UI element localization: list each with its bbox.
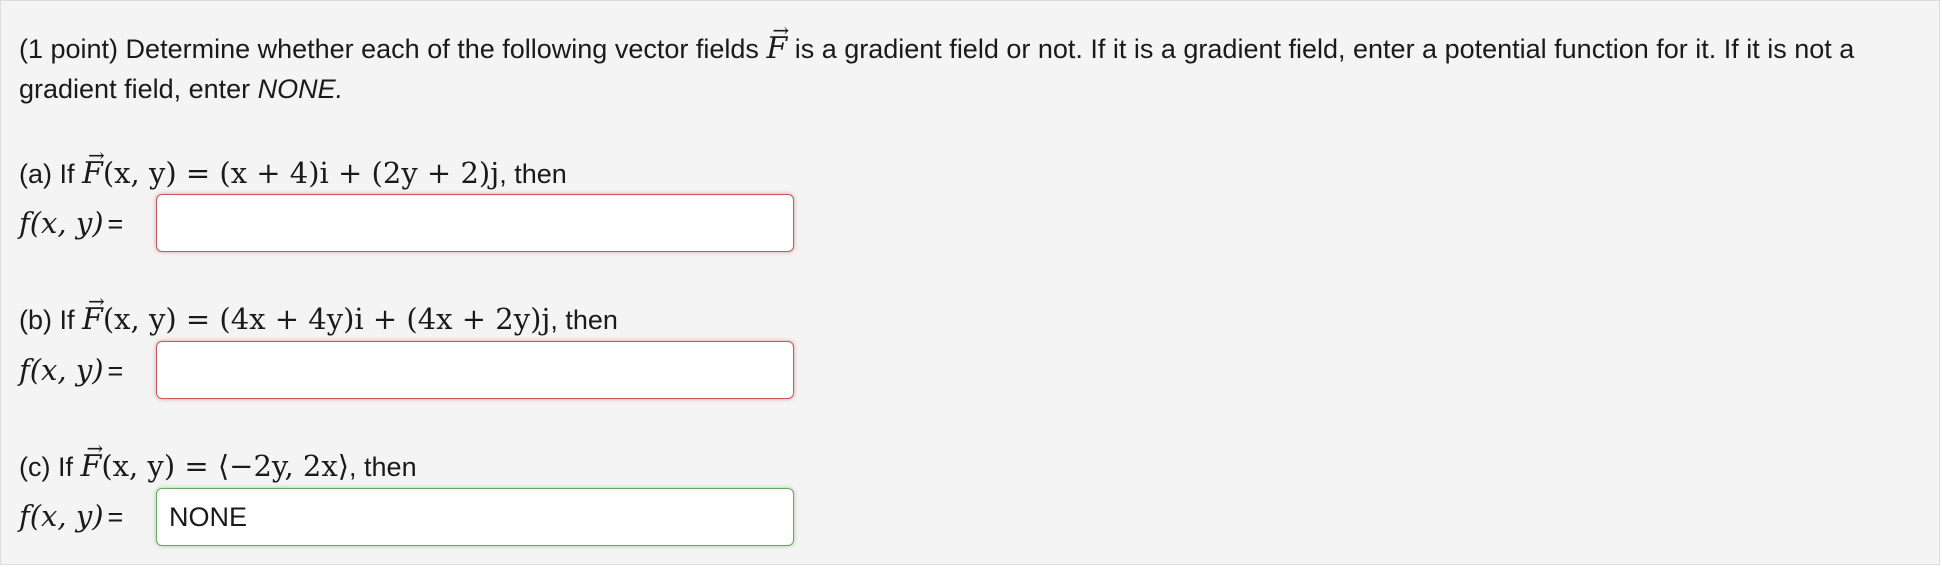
part-a-suffix: , then bbox=[499, 159, 567, 189]
part-a-question: (a) If F → (x, y) = (x + 4)i + (2y + 2)j, … bbox=[19, 143, 567, 193]
part-c-label: (c) If bbox=[19, 452, 81, 482]
part-a-answer-input[interactable] bbox=[156, 194, 794, 252]
part-b-f-label: f(x, y) = bbox=[19, 353, 124, 387]
part-c-suffix: , then bbox=[349, 452, 417, 482]
part-b-math: (x, y) = (4x + 4y)i + (4x + 2y)j bbox=[102, 302, 551, 336]
part-a-math: (x, y) = (x + 4)i + (2y + 2)j bbox=[102, 156, 500, 190]
part-c-question: (c) If F → (x, y) = ⟨−2y, 2x⟩, then bbox=[19, 436, 417, 486]
part-a-f-label: f(x, y) = bbox=[19, 206, 124, 240]
part-b-suffix: , then bbox=[550, 305, 618, 335]
part-b-answer-input[interactable] bbox=[156, 341, 794, 399]
part-c-f-label: f(x, y) = bbox=[19, 499, 124, 533]
part-a-vector-symbol: F → bbox=[82, 143, 105, 191]
vector-f-symbol: F → bbox=[766, 18, 790, 66]
part-b-label: (b) If bbox=[19, 305, 83, 335]
problem-statement: (1 point) Determine whether each of the … bbox=[19, 18, 1929, 109]
problem-panel: (1 point) Determine whether each of the … bbox=[0, 0, 1940, 565]
part-c-math: (x, y) = ⟨−2y, 2x⟩ bbox=[101, 449, 350, 483]
part-a-label: (a) If bbox=[19, 159, 83, 189]
intro-text-1: (1 point) Determine whether each of the … bbox=[19, 34, 767, 64]
intro-none-text: NONE. bbox=[257, 74, 344, 104]
part-b-vector-symbol: F → bbox=[82, 289, 105, 337]
part-c-answer-input[interactable]: NONE bbox=[156, 488, 794, 546]
part-b-question: (b) If F → (x, y) = (4x + 4y)i + (4x + 2y)… bbox=[19, 289, 618, 339]
part-c-vector-symbol: F → bbox=[80, 436, 104, 484]
